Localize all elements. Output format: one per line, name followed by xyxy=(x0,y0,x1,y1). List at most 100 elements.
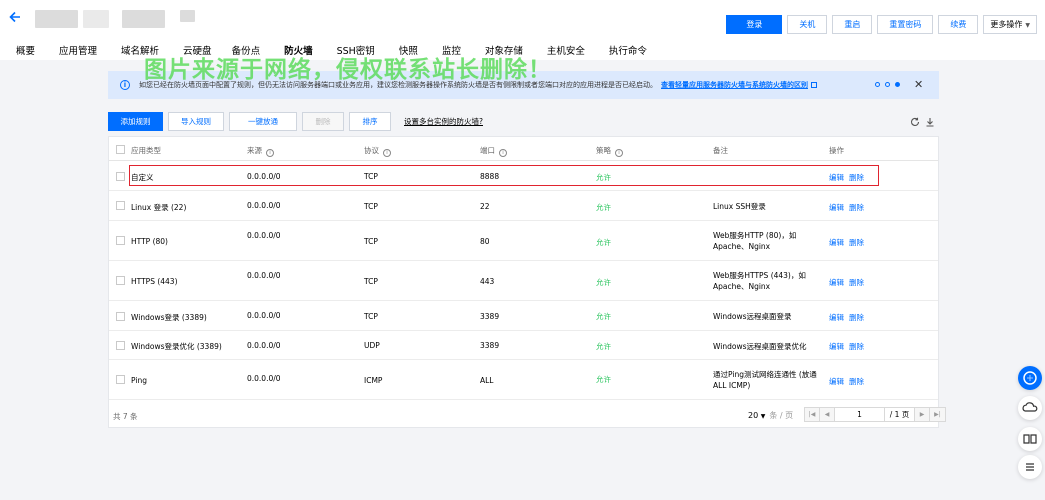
column-header-source: 来源 i xyxy=(247,145,274,157)
tab-overview[interactable]: 概要 xyxy=(16,43,35,57)
row-checkbox[interactable] xyxy=(116,236,125,245)
renew-button[interactable]: 续费 xyxy=(938,15,979,34)
edit-link[interactable]: 编辑 xyxy=(829,376,844,387)
edit-link[interactable]: 编辑 xyxy=(829,237,844,248)
sort-button[interactable]: 排序 xyxy=(349,112,391,131)
menu-list-icon[interactable] xyxy=(1018,455,1042,479)
table-row: Windows登录 (3389) 0.0.0.0/0 TCP 3389 允许 W… xyxy=(109,301,938,331)
row-checkbox[interactable] xyxy=(116,172,125,181)
cell-app: HTTPS (443) xyxy=(131,277,178,286)
help-icon[interactable]: i xyxy=(266,149,274,157)
carousel-dot[interactable] xyxy=(885,82,890,87)
column-header-app: 应用类型 xyxy=(131,146,161,155)
table-row: HTTP (80) 0.0.0.0/0 TCP 80 允许 Web服务HTTP … xyxy=(109,221,938,261)
cell-source: 0.0.0.0/0 xyxy=(247,201,281,210)
first-page-icon[interactable]: |◀ xyxy=(805,408,820,421)
column-header-port: 端口 i xyxy=(480,145,507,157)
open-all-button[interactable]: 一键放通 xyxy=(229,112,297,131)
carousel-dot[interactable] xyxy=(875,82,880,87)
refresh-icon[interactable] xyxy=(910,117,920,127)
rule-toolbar: 添加规则 导入规则 一键放通 删除 排序 设置多台实例的防火墙? xyxy=(108,112,483,131)
edit-link[interactable]: 编辑 xyxy=(829,277,844,288)
cell-source: 0.0.0.0/0 xyxy=(247,271,281,280)
notice-link[interactable]: 查看轻量应用服务器防火墙与系统防火墙的区别 xyxy=(661,80,817,90)
cell-app: Ping xyxy=(131,376,147,385)
cell-remark: Web服务HTTPS (443)，如 Apache、Nginx xyxy=(713,271,806,291)
book-icon[interactable] xyxy=(1018,427,1042,451)
cell-app: Windows登录 (3389) xyxy=(131,313,207,322)
row-checkbox[interactable] xyxy=(116,312,125,321)
row-checkbox[interactable] xyxy=(116,341,125,350)
delete-link[interactable]: 删除 xyxy=(849,202,864,213)
cell-policy: 允许 xyxy=(596,312,611,321)
last-page-icon[interactable]: ▶| xyxy=(930,408,945,421)
delete-link[interactable]: 删除 xyxy=(849,277,864,288)
tab-snapshot[interactable]: 快照 xyxy=(399,43,418,57)
login-button[interactable]: 登录 xyxy=(726,15,783,34)
delete-link[interactable]: 删除 xyxy=(849,312,864,323)
prev-page-icon[interactable]: ◀ xyxy=(820,408,835,421)
help-icon[interactable]: i xyxy=(383,149,391,157)
table-row: HTTPS (443) 0.0.0.0/0 TCP 443 允许 Web服务HT… xyxy=(109,261,938,301)
tab-ssh-key[interactable]: SSH密钥 xyxy=(337,43,375,57)
row-checkbox[interactable] xyxy=(116,276,125,285)
delete-rule-button[interactable]: 删除 xyxy=(302,112,344,131)
delete-link[interactable]: 删除 xyxy=(849,172,864,183)
caret-down-icon: ▼ xyxy=(760,413,766,420)
download-icon[interactable] xyxy=(925,117,935,127)
import-rule-button[interactable]: 导入规则 xyxy=(168,112,224,131)
cell-source: 0.0.0.0/0 xyxy=(247,311,281,320)
edit-link[interactable]: 编辑 xyxy=(829,172,844,183)
tab-domain-resolution[interactable]: 域名解析 xyxy=(121,43,159,57)
page-total: / 1 页 xyxy=(885,408,915,421)
cell-app: HTTP (80) xyxy=(131,237,168,246)
page-number-input[interactable]: 1 xyxy=(835,408,885,421)
next-page-icon[interactable]: ▶ xyxy=(915,408,930,421)
cell-port: ALL xyxy=(480,376,494,385)
table-header: 应用类型 来源 i 协议 i 端口 i 策略 i 备注 操作 xyxy=(109,137,938,161)
reset-password-button[interactable]: 重置密码 xyxy=(877,15,934,34)
add-rule-button[interactable]: 添加规则 xyxy=(108,112,163,131)
close-icon[interactable]: ✕ xyxy=(914,79,923,90)
edit-link[interactable]: 编辑 xyxy=(829,312,844,323)
select-all-checkbox[interactable] xyxy=(116,145,125,154)
cell-policy: 允许 xyxy=(596,173,611,182)
cell-app: Linux 登录 (22) xyxy=(131,203,187,212)
chat-assistant-icon[interactable] xyxy=(1018,366,1042,390)
delete-link[interactable]: 删除 xyxy=(849,376,864,387)
cloud-icon[interactable] xyxy=(1018,396,1042,420)
tab-backup-point[interactable]: 备份点 xyxy=(232,43,261,57)
edit-link[interactable]: 编辑 xyxy=(829,341,844,352)
tab-run-command[interactable]: 执行命令 xyxy=(609,43,647,57)
row-checkbox[interactable] xyxy=(116,201,125,210)
help-icon[interactable]: i xyxy=(499,149,507,157)
help-icon[interactable]: i xyxy=(615,149,623,157)
redacted-title xyxy=(122,10,165,28)
tab-app-management[interactable]: 应用管理 xyxy=(59,43,97,57)
page-size-value: 20 xyxy=(748,411,759,420)
edit-link[interactable]: 编辑 xyxy=(829,202,844,213)
column-header-protocol-label: 协议 xyxy=(364,146,379,155)
tab-object-storage[interactable]: 对象存储 xyxy=(485,43,523,57)
cell-policy: 允许 xyxy=(596,278,611,287)
delete-link[interactable]: 删除 xyxy=(849,237,864,248)
multi-instance-firewall-link[interactable]: 设置多台实例的防火墙? xyxy=(404,116,483,127)
row-checkbox[interactable] xyxy=(116,375,125,384)
restart-button[interactable]: 重启 xyxy=(832,15,873,34)
back-arrow-icon[interactable] xyxy=(8,10,22,24)
notice-link-label: 查看轻量应用服务器防火墙与系统防火墙的区别 xyxy=(661,81,808,89)
tab-host-security[interactable]: 主机安全 xyxy=(547,43,585,57)
page-size-select[interactable]: 20 ▼ 条 / 页 xyxy=(748,410,793,421)
tab-firewall[interactable]: 防火墙 xyxy=(284,43,313,57)
caret-down-icon: ▼ xyxy=(1025,22,1030,29)
tab-cloud-disk[interactable]: 云硬盘 xyxy=(183,43,212,57)
cell-port: 443 xyxy=(480,277,495,286)
shutdown-button[interactable]: 关机 xyxy=(787,15,828,34)
delete-link[interactable]: 删除 xyxy=(849,341,864,352)
more-actions-dropdown[interactable]: 更多操作 ▼ xyxy=(983,15,1037,34)
cell-policy: 允许 xyxy=(596,375,611,384)
cell-policy: 允许 xyxy=(596,238,611,247)
tab-monitoring[interactable]: 监控 xyxy=(442,43,461,57)
carousel-dot-active[interactable] xyxy=(895,82,900,87)
column-header-policy: 策略 i xyxy=(596,145,623,157)
